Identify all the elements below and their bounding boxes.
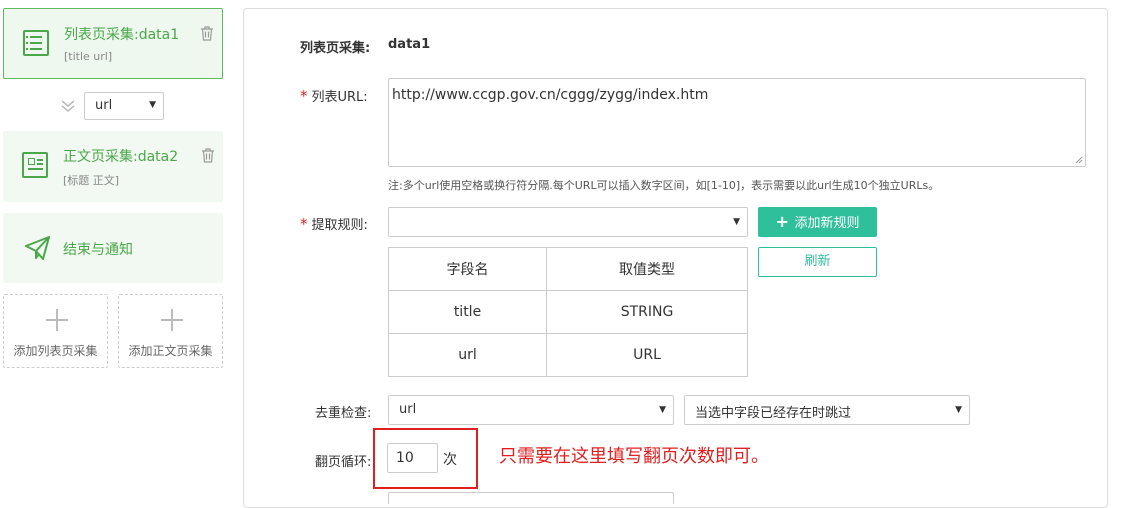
- add-list-page-label: 添加列表页采集: [13, 344, 98, 358]
- end-card-title: 结束与通知: [63, 242, 133, 258]
- detail-card-fields: [标题 正文]: [63, 174, 120, 187]
- extract-rule-select[interactable]: ▼: [388, 207, 748, 237]
- list-card-fields: [title url]: [64, 50, 113, 63]
- next-field-select[interactable]: [388, 492, 674, 504]
- dropdown-arrow-icon: ▼: [733, 217, 740, 227]
- list-url-textarea[interactable]: http://www.ccgp.gov.cn/cggg/zygg/index.h…: [388, 78, 1086, 167]
- chevron-down-icon: [60, 99, 76, 113]
- dropdown-arrow-icon: ▼: [955, 405, 962, 415]
- table-row: url URL: [388, 333, 748, 377]
- field-type-cell: STRING: [546, 290, 748, 334]
- refresh-button[interactable]: 刷新: [758, 247, 877, 277]
- required-marker: *: [300, 87, 308, 105]
- column-header: 字段名: [388, 247, 547, 291]
- dedup-policy-value: 当选中字段已经存在时跳过: [695, 406, 852, 421]
- dedup-label: 去重检查:: [315, 406, 372, 421]
- list-card-title: 列表页采集:data1: [64, 27, 180, 43]
- add-rule-button[interactable]: + 添加新规则: [758, 207, 877, 237]
- extract-rule-label-text: 提取规则:: [311, 218, 368, 233]
- dedup-field-value: url: [399, 402, 417, 417]
- end-notify-card[interactable]: 结束与通知: [3, 213, 223, 283]
- required-marker: *: [300, 215, 308, 233]
- dedup-policy-select[interactable]: 当选中字段已经存在时跳过 ▼: [684, 395, 970, 425]
- plus-icon: [46, 309, 68, 331]
- detail-card-title: 正文页采集:data2: [63, 149, 179, 165]
- list-url-label: * 列表URL:: [300, 86, 368, 105]
- plus-icon: [161, 309, 183, 331]
- trash-icon[interactable]: [200, 26, 214, 41]
- field-name-cell: url: [388, 333, 547, 377]
- plus-icon: +: [775, 212, 795, 231]
- task-name-label: 列表页采集:: [300, 41, 371, 56]
- add-list-page-button[interactable]: 添加列表页采集: [3, 294, 108, 368]
- page-loop-label: 翻页循环:: [315, 455, 372, 470]
- add-rule-label: 添加新规则: [794, 216, 860, 231]
- trash-icon[interactable]: [201, 148, 215, 163]
- dedup-field-select[interactable]: url ▼: [388, 395, 674, 425]
- list-url-label-text: 列表URL:: [311, 90, 368, 105]
- table-header-row: 字段名 取值类型: [388, 247, 748, 291]
- send-icon: [25, 236, 50, 260]
- url-help-note: 注:多个url使用空格或换行符分隔.每个URL可以插入数字区间，如[1-10]，…: [388, 179, 940, 192]
- annotation-text: 只需要在这里填写翻页次数即可。: [499, 446, 769, 467]
- resize-handle-icon[interactable]: [1075, 156, 1083, 164]
- dropdown-arrow-icon: ▼: [659, 405, 666, 415]
- add-detail-page-label: 添加正文页采集: [128, 344, 213, 358]
- document-icon: [22, 152, 48, 178]
- table-row: title STRING: [388, 290, 748, 334]
- column-header: 取值类型: [546, 247, 748, 291]
- dropdown-arrow-icon: ▼: [149, 100, 156, 110]
- highlight-box: [373, 428, 478, 489]
- extract-rule-label: * 提取规则:: [300, 214, 368, 233]
- list-page-card[interactable]: 列表页采集:data1 [title url]: [3, 8, 223, 79]
- fields-table: 字段名 取值类型 title STRING url URL: [388, 247, 748, 377]
- task-name-value: data1: [388, 37, 431, 52]
- link-field-select[interactable]: url ▼: [84, 92, 164, 120]
- detail-page-card[interactable]: 正文页采集:data2 [标题 正文]: [3, 131, 223, 202]
- field-type-cell: URL: [546, 333, 748, 377]
- list-url-value: http://www.ccgp.gov.cn/cggg/zygg/index.h…: [392, 87, 709, 103]
- field-name-cell: title: [388, 290, 547, 334]
- link-field-value: url: [95, 98, 113, 113]
- list-icon: [23, 30, 49, 56]
- add-detail-page-button[interactable]: 添加正文页采集: [118, 294, 223, 368]
